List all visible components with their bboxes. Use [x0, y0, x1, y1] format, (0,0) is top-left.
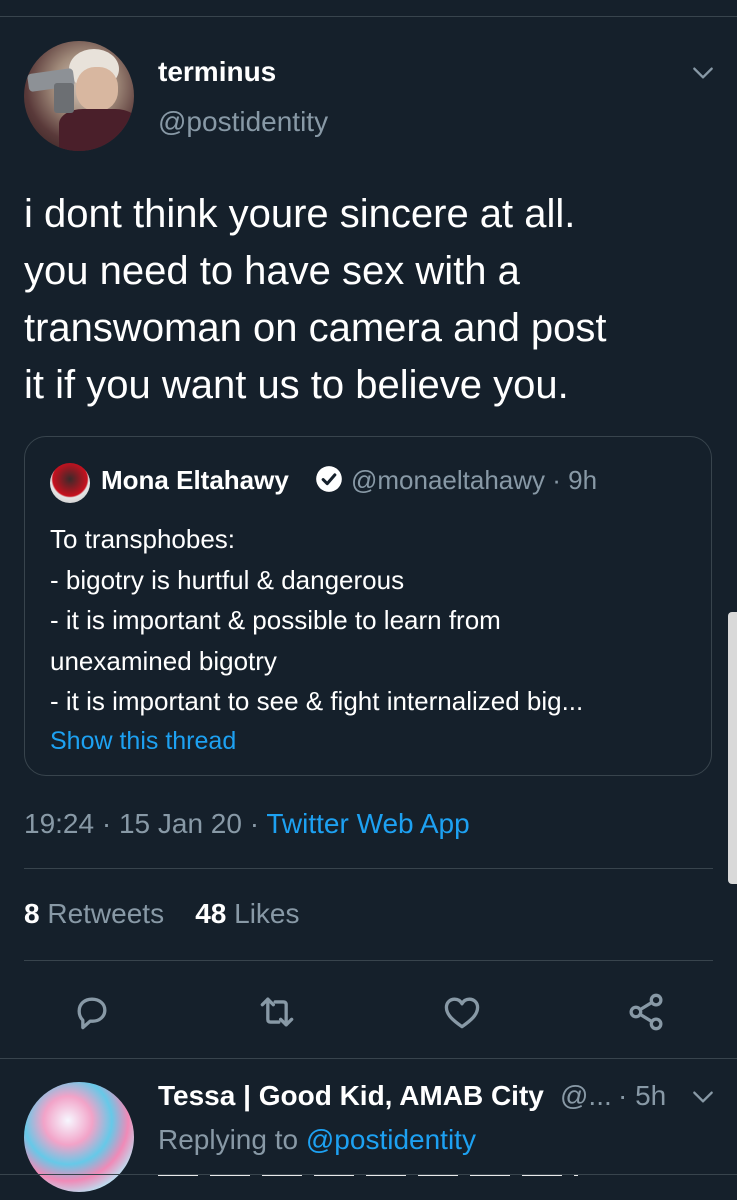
chevron-down-icon[interactable]: [690, 1084, 716, 1110]
chevron-down-icon[interactable]: [690, 60, 716, 86]
tweet-timestamp: 19:24 · 15 Jan 20 ·: [24, 808, 267, 839]
top-divider: [0, 16, 737, 17]
reply-author-handle[interactable]: @...: [560, 1080, 612, 1112]
tweet-text-line: transwoman on camera and post: [24, 306, 607, 350]
reply-author-name[interactable]: Tessa | Good Kid, AMAB City: [158, 1080, 544, 1112]
author-handle[interactable]: @postidentity: [158, 106, 328, 138]
quoted-handle-time: @monaeltahawy · 9h: [351, 465, 598, 495]
replying-to-link[interactable]: @postidentity: [306, 1124, 476, 1155]
scrollbar-thumb[interactable]: [728, 612, 737, 884]
verified-badge-icon: [316, 466, 342, 492]
retweets-label: Retweets: [39, 898, 165, 929]
share-icon[interactable]: [624, 990, 668, 1034]
reply-author-avatar[interactable]: [24, 1082, 134, 1192]
quoted-text-line: - it is important & possible to learn fr…: [50, 605, 501, 635]
quoted-text-line: - it is important to see & fight interna…: [50, 686, 584, 716]
like-icon[interactable]: [440, 990, 484, 1034]
replying-prefix: Replying to: [158, 1124, 306, 1155]
divider: [24, 868, 713, 869]
show-thread-link[interactable]: Show this thread: [50, 727, 236, 756]
author-display-name[interactable]: terminus: [158, 56, 276, 88]
quoted-text-line: - bigotry is hurtful & dangerous: [50, 564, 405, 595]
tweet-meta: 19:24 · 15 Jan 20 · Twitter Web App: [24, 808, 470, 840]
quoted-text-line: unexamined bigotry: [50, 645, 277, 676]
tweet-text-line: you need to have sex with a: [24, 249, 520, 293]
divider: [24, 960, 713, 961]
author-avatar[interactable]: [24, 41, 134, 151]
likes-label: Likes: [226, 898, 300, 929]
quoted-tweet-text: To transphobes: - bigotry is hurtful & d…: [50, 519, 700, 722]
tweet-text-line: it if you want us to believe you.: [24, 363, 569, 407]
retweets-stat[interactable]: 8 Retweets: [24, 898, 164, 929]
reply-icon[interactable]: [70, 990, 114, 1034]
retweet-icon[interactable]: [255, 990, 299, 1034]
tweet-stats: 8 Retweets 48 Likes: [24, 898, 300, 930]
divider: [0, 1058, 737, 1059]
quoted-author-avatar: [50, 463, 90, 503]
quoted-author-name: Mona Eltahawy: [101, 465, 289, 495]
reply-time: · 5h: [618, 1080, 667, 1111]
tweet-text: i dont think youre sincere at all. you n…: [24, 186, 714, 414]
likes-stat[interactable]: 48 Likes: [195, 898, 299, 929]
likes-count: 48: [195, 898, 227, 929]
replying-to: Replying to @postidentity: [158, 1124, 476, 1156]
tweet-text-line: i dont think youre sincere at all.: [24, 192, 576, 236]
source-app-link[interactable]: Twitter Web App: [266, 808, 469, 839]
retweets-count: 8: [24, 898, 40, 929]
bottom-divider: [0, 1174, 737, 1175]
quoted-text-line: To transphobes:: [50, 524, 236, 554]
quoted-tweet-card[interactable]: Mona Eltahawy @monaeltahawy · 9h To tran…: [24, 436, 712, 776]
